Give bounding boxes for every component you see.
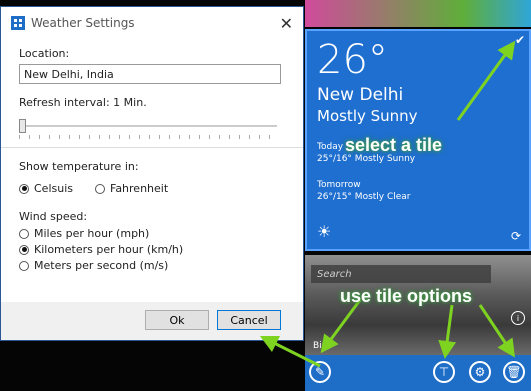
arrow-to-check <box>456 40 516 121</box>
arrow-to-pin <box>438 304 457 359</box>
annotation-arrows <box>259 40 516 368</box>
annotation-tile-options: use tile options <box>340 286 473 306</box>
annotation-select-tile: select a tile <box>345 135 443 155</box>
arrow-to-edit <box>259 335 321 368</box>
arrow-to-trash <box>478 304 515 358</box>
